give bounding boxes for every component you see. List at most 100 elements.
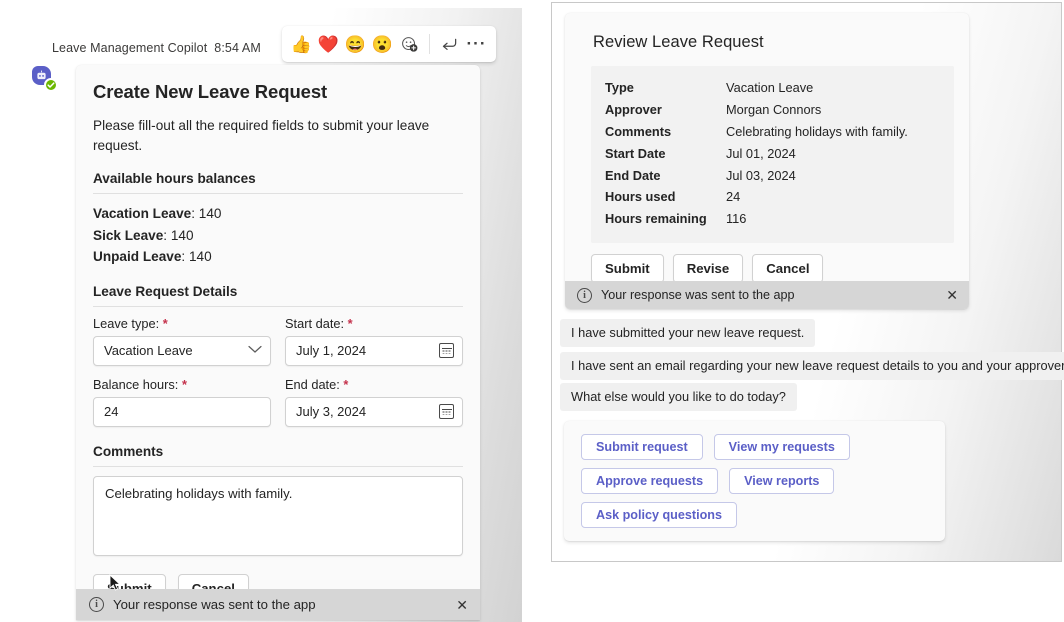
leave-type-select[interactable]: Vacation Leave — [93, 335, 271, 366]
balance-row: Sick Leave: 140 — [93, 227, 194, 243]
chat-message-bubble: I have submitted your new leave request. — [560, 319, 816, 347]
row-key: Approver — [605, 101, 662, 117]
card-title: Create New Leave Request — [93, 81, 328, 102]
balance-label: Vacation Leave — [93, 206, 192, 222]
response-sent-notice: i Your response was sent to the app ✕ — [76, 589, 480, 620]
reply-icon[interactable] — [437, 30, 462, 58]
end-date-label: End date: * — [285, 377, 463, 392]
suggestion-submit-request[interactable]: Submit request — [581, 434, 703, 460]
required-marker: * — [343, 376, 349, 392]
table-row: Hours used 24 — [605, 186, 940, 208]
balances-section-title: Available hours balances — [93, 171, 256, 187]
close-icon[interactable]: ✕ — [946, 288, 958, 302]
suggestion-approve-requests[interactable]: Approve requests — [581, 468, 719, 494]
add-reaction-icon[interactable] — [397, 30, 422, 58]
end-date-value: July 3, 2024 — [296, 404, 367, 420]
thumbs-up-reaction-icon[interactable]: 👍 — [289, 30, 314, 58]
required-marker: * — [347, 315, 353, 331]
surprised-reaction-icon[interactable]: 😮 — [370, 30, 395, 58]
row-key: Hours used — [605, 189, 676, 205]
suggestion-view-my-requests[interactable]: View my requests — [713, 434, 850, 460]
balance-row: Vacation Leave: 140 — [93, 206, 222, 222]
suggestion-ask-policy-questions[interactable]: Ask policy questions — [581, 502, 737, 528]
review-card-title: Review Leave Request — [593, 33, 764, 51]
comments-textarea[interactable]: Celebrating holidays with family. — [93, 475, 463, 556]
row-value: Morgan Connors — [726, 101, 822, 117]
row-key: Hours remaining — [605, 211, 707, 227]
comments-divider — [93, 465, 463, 467]
heart-reaction-icon[interactable]: ❤️ — [316, 30, 341, 58]
start-date-input[interactable]: July 1, 2024 — [285, 335, 463, 366]
calendar-icon[interactable] — [439, 404, 454, 420]
laugh-reaction-icon[interactable]: 😄 — [343, 30, 368, 58]
row-value: Celebrating holidays with family. — [726, 123, 908, 139]
balance-value: 140 — [170, 227, 194, 243]
left-chat-panel: Leave Management Copilot 8:54 AM 👍 ❤️ 😄 😮… — [10, 8, 522, 622]
row-value: Vacation Leave — [726, 80, 814, 95]
review-revise-button[interactable]: Revise — [672, 254, 744, 284]
avatar — [32, 66, 66, 98]
review-cancel-button[interactable]: Cancel — [752, 254, 824, 284]
suggestion-row: Submit request View my requests — [581, 434, 945, 460]
start-date-label-text: Start date: — [285, 315, 345, 331]
balance-label: Sick Leave — [93, 227, 164, 243]
info-icon: i — [89, 597, 104, 612]
leave-type-label: Leave type: * — [93, 316, 271, 331]
card-intro-text: Please fill-out all the required fields … — [93, 118, 430, 153]
row-value: Jul 03, 2024 — [726, 167, 796, 183]
message-sender: Leave Management Copilot — [52, 41, 208, 55]
more-options-icon[interactable]: ··· — [464, 30, 489, 58]
table-row: Comments Celebrating holidays with family… — [605, 121, 940, 143]
create-leave-request-card: Create New Leave Request Please fill-out… — [76, 65, 480, 620]
suggested-actions-card: Submit request View my requests Approve … — [564, 421, 945, 541]
calendar-icon[interactable] — [439, 343, 454, 359]
details-divider — [93, 305, 463, 307]
status-available-icon — [44, 78, 58, 92]
table-row: Hours remaining 116 — [605, 208, 940, 230]
end-date-label-text: End date: — [285, 376, 340, 392]
balances-divider — [93, 193, 463, 195]
row-value: 116 — [726, 211, 747, 227]
info-icon: i — [577, 287, 592, 303]
start-date-label: Start date: * — [285, 316, 463, 331]
balance-hours-value: 24 — [104, 404, 119, 420]
message-header: Leave Management Copilot 8:54 AM — [52, 41, 261, 55]
suggestion-row: Approve requests View reports — [581, 468, 945, 494]
chevron-down-icon — [248, 345, 262, 357]
row-key: Start Date — [605, 145, 666, 161]
required-marker: * — [181, 376, 187, 392]
row-value: Jul 01, 2024 — [726, 145, 796, 161]
balance-hours-input[interactable]: 24 — [93, 396, 271, 427]
row-value: 24 — [726, 189, 741, 205]
review-submit-button[interactable]: Submit — [591, 254, 664, 284]
end-date-input[interactable]: July 3, 2024 — [285, 396, 463, 427]
toolbar-divider — [429, 34, 430, 54]
balance-hours-label: Balance hours: * — [93, 377, 271, 392]
review-leave-request-card: Review Leave Request Type Vacation Leave … — [565, 13, 969, 309]
chat-message-bubble: What else would you like to do today? — [560, 383, 797, 411]
comments-label: Comments — [93, 443, 164, 459]
table-row: End Date Jul 03, 2024 — [605, 165, 940, 187]
message-timestamp: 8:54 AM — [214, 41, 261, 55]
balance-value: 140 — [188, 249, 212, 265]
required-marker: * — [162, 315, 168, 331]
suggestion-view-reports[interactable]: View reports — [729, 468, 835, 494]
balance-label: Unpaid Leave — [93, 249, 182, 265]
row-key: Comments — [605, 123, 672, 139]
row-key: End Date — [605, 167, 661, 183]
table-row: Type Vacation Leave — [605, 77, 940, 99]
close-icon[interactable]: ✕ — [456, 598, 468, 612]
table-row: Start Date Jul 01, 2024 — [605, 143, 940, 165]
start-date-value: July 1, 2024 — [296, 343, 367, 359]
balance-hours-label-text: Balance hours: — [93, 376, 179, 392]
table-row: Approver Morgan Connors — [605, 99, 940, 121]
chat-message-bubble: I have sent an email regarding your new … — [560, 352, 1064, 380]
review-details-table: Type Vacation Leave Approver Morgan Connor… — [591, 66, 954, 244]
row-key: Type — [605, 80, 634, 95]
notice-text: Your response was sent to the app — [601, 288, 795, 302]
leave-type-label-text: Leave type: — [93, 315, 160, 331]
mouse-cursor — [109, 573, 121, 592]
notice-text: Your response was sent to the app — [113, 597, 316, 612]
screenshot-root: Leave Management Copilot 8:54 AM 👍 ❤️ 😄 😮… — [0, 0, 1064, 622]
reaction-toolbar[interactable]: 👍 ❤️ 😄 😮 ··· — [282, 26, 496, 62]
